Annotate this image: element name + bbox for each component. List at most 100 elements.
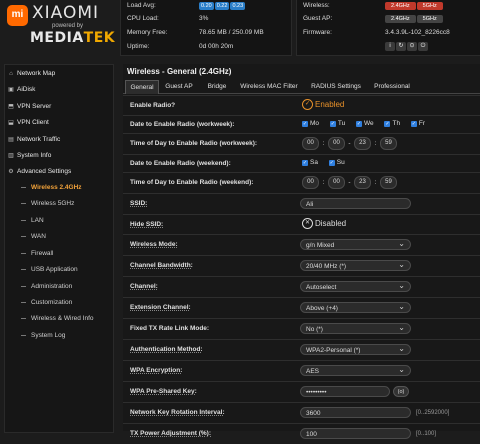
ww-end-hour[interactable]: 23 xyxy=(354,137,371,150)
extension-channel-label: Extension Channel: xyxy=(130,304,191,311)
tab-professional[interactable]: Professional xyxy=(369,80,415,93)
wireless-mode-label: Wireless Mode: xyxy=(130,241,178,248)
tab-radius[interactable]: RADIUS Settings xyxy=(305,80,367,93)
row-date-workweek: Date to Enable Radio (workweek): ✓ Mo ✓ Tu… xyxy=(123,115,480,133)
row-ssid: SSID: Ali xyxy=(123,193,480,214)
sidebar-sub-usb[interactable]: USB Application xyxy=(5,262,113,277)
ssid-input[interactable]: Ali xyxy=(300,198,411,209)
memory-free-value: 78.65 MB / 250.09 MB xyxy=(199,29,264,36)
channel-bandwidth-label: Channel Bandwidth: xyxy=(130,262,193,269)
mediatek-logo: MEDIATEK xyxy=(30,30,116,46)
tab-mac-filter[interactable]: Wireless MAC Filter xyxy=(235,80,303,93)
sidebar-sub-firewall[interactable]: Firewall xyxy=(5,246,113,261)
uptime-value: 0d 00h 20m xyxy=(199,43,234,50)
row-wpa-encryption: WPA Encryption: AES xyxy=(123,360,480,381)
row-extension-channel: Extension Channel: Above (+4) xyxy=(123,297,480,318)
checkbox-tu[interactable]: ✓ xyxy=(329,120,336,127)
sidebar-item-network-traffic[interactable]: ▤ Network Traffic xyxy=(5,132,113,147)
sidebar-sub-lan[interactable]: LAN xyxy=(5,213,113,228)
hide-ssid-toggle[interactable]: ✕ Disabled xyxy=(302,218,346,229)
sidebar-item-network-map[interactable]: ⌂ Network Map xyxy=(5,66,113,81)
we-start-hour[interactable]: 00 xyxy=(302,176,319,189)
guest-ap-label: Guest AP: xyxy=(303,15,333,22)
firmware-value: 3.4.3.9L-102_8226cc8 xyxy=(385,29,450,36)
row-date-weekend: Date to Enable Radio (weekend): ✓ Sa ✓ Su xyxy=(123,154,480,172)
brand-logo: mi XIAOMI powered by MEDIATEK xyxy=(0,0,120,62)
brand-name: XIAOMI xyxy=(32,3,100,23)
we-end-hour[interactable]: 23 xyxy=(354,176,371,189)
authentication-select[interactable]: WPA2-Personal (*) xyxy=(300,343,411,355)
sidebar-sub-wireless-wired-info[interactable]: Wireless & Wired Info xyxy=(5,311,113,326)
tx-power-input[interactable]: 100 xyxy=(300,428,411,439)
key-rotation-label: Network Key Rotation Interval: xyxy=(130,409,225,416)
info-icon[interactable]: i xyxy=(385,41,395,51)
checkbox-su[interactable]: ✓ xyxy=(328,159,335,166)
sidebar-item-vpn-client[interactable]: ⬓ VPN Client xyxy=(5,115,113,130)
wpa-psk-label: WPA Pre-Shared Key: xyxy=(130,388,197,395)
checkbox-mo[interactable]: ✓ xyxy=(302,120,308,127)
memory-free-label: Memory Free: xyxy=(127,29,168,36)
sidebar-item-advanced-settings[interactable]: ⚙ Advanced Settings xyxy=(5,164,113,179)
tx-power-hint: [0..100] xyxy=(416,431,437,437)
wireless-badges: 2.4GHz 5GHz xyxy=(385,0,444,12)
checkbox-sa[interactable]: ✓ xyxy=(302,159,308,166)
page-title: Wireless - General (2.4GHz) xyxy=(127,67,232,76)
ssid-label: SSID: xyxy=(130,200,148,207)
tab-guest-ap[interactable]: Guest AP xyxy=(159,80,199,93)
tx-power-label: TX Power Adjustment (%): xyxy=(130,430,212,437)
refresh-icon[interactable]: ↻ xyxy=(396,41,406,51)
ww-end-min[interactable]: 59 xyxy=(380,137,397,150)
date-workweek-label: Date to Enable Radio (workweek): xyxy=(130,121,235,128)
tab-general[interactable]: General xyxy=(125,80,159,94)
we-start-min[interactable]: 00 xyxy=(328,176,345,189)
load-avg-label: Load Avg: xyxy=(127,2,156,9)
sidebar-item-vpn-server[interactable]: ⬒ VPN Server xyxy=(5,99,113,114)
key-rotation-input[interactable]: 3600 xyxy=(300,407,411,418)
checkbox-we[interactable]: ✓ xyxy=(356,120,363,127)
sidebar-item-system-info[interactable]: ▥ System Info xyxy=(5,148,113,163)
vpn-server-icon: ⬒ xyxy=(8,104,14,110)
mi-logo-icon: mi xyxy=(7,5,28,26)
info-icon: ▥ xyxy=(8,153,14,159)
sidebar-sub-system-log[interactable]: System Log xyxy=(5,328,113,343)
power-icon[interactable]: ⏻ xyxy=(418,41,428,51)
sidebar-item-aidisk[interactable]: ▣ AiDisk xyxy=(5,82,113,97)
wpa-encryption-select[interactable]: AES xyxy=(300,364,411,376)
row-authentication: Authentication Method: WPA2-Personal (*) xyxy=(123,339,480,360)
workweek-days: ✓ Mo ✓ Tu ✓ We ✓ Th ✓ Fr xyxy=(302,120,426,127)
gear-icon: ⚙ xyxy=(8,169,14,175)
ww-start-min[interactable]: 00 xyxy=(328,137,345,150)
show-password-icon[interactable]: (o) xyxy=(393,386,409,397)
wireless-mode-select[interactable]: g/n Mixed xyxy=(300,238,411,250)
logout-icon[interactable]: ⊙ xyxy=(407,41,417,51)
check-circle-icon: ✓ xyxy=(302,99,313,110)
checkbox-th[interactable]: ✓ xyxy=(384,120,391,127)
ww-start-hour[interactable]: 00 xyxy=(302,137,319,150)
fixed-tx-select[interactable]: No (*) xyxy=(300,322,411,334)
time-weekend-inputs: 00:00-23:59 xyxy=(302,176,397,189)
fixed-tx-label: Fixed TX Rate Link Mode: xyxy=(130,325,210,332)
sidebar-sub-customization[interactable]: Customization xyxy=(5,295,113,310)
sidebar-sub-wireless-5[interactable]: Wireless 5GHz xyxy=(5,196,113,211)
row-wireless-mode: Wireless Mode: g/n Mixed xyxy=(123,234,480,255)
time-weekend-label: Time of Day to Enable Radio (weekend): xyxy=(130,179,254,186)
channel-label: Channel: xyxy=(130,283,158,290)
wpa-psk-input[interactable]: ••••••••• xyxy=(300,386,390,397)
guest-ap-badges: 2.4GHz 5GHz xyxy=(385,12,444,25)
channel-bandwidth-select[interactable]: 20/40 MHz (*) xyxy=(300,259,411,271)
channel-select[interactable]: Autoselect xyxy=(300,280,411,292)
sidebar-sub-wan[interactable]: WAN xyxy=(5,229,113,244)
key-rotation-hint: [0..2592000] xyxy=(416,410,450,416)
sidebar-sub-wireless-24[interactable]: Wireless 2.4GHz xyxy=(5,180,113,195)
extension-channel-select[interactable]: Above (+4) xyxy=(300,301,411,313)
sidebar-sub-administration[interactable]: Administration xyxy=(5,279,113,294)
row-fixed-tx: Fixed TX Rate Link Mode: No (*) xyxy=(123,318,480,339)
we-end-min[interactable]: 59 xyxy=(380,176,397,189)
tab-bridge[interactable]: Bridge xyxy=(201,80,233,93)
authentication-label: Authentication Method: xyxy=(130,346,203,353)
checkbox-fr[interactable]: ✓ xyxy=(410,120,417,127)
enable-radio-toggle[interactable]: ✓ Enabled xyxy=(302,99,344,110)
main-content: Wireless - General (2.4GHz) General Gues… xyxy=(123,64,480,439)
row-time-weekend: Time of Day to Enable Radio (weekend): 0… xyxy=(123,172,480,193)
date-weekend-label: Date to Enable Radio (weekend): xyxy=(130,160,231,167)
